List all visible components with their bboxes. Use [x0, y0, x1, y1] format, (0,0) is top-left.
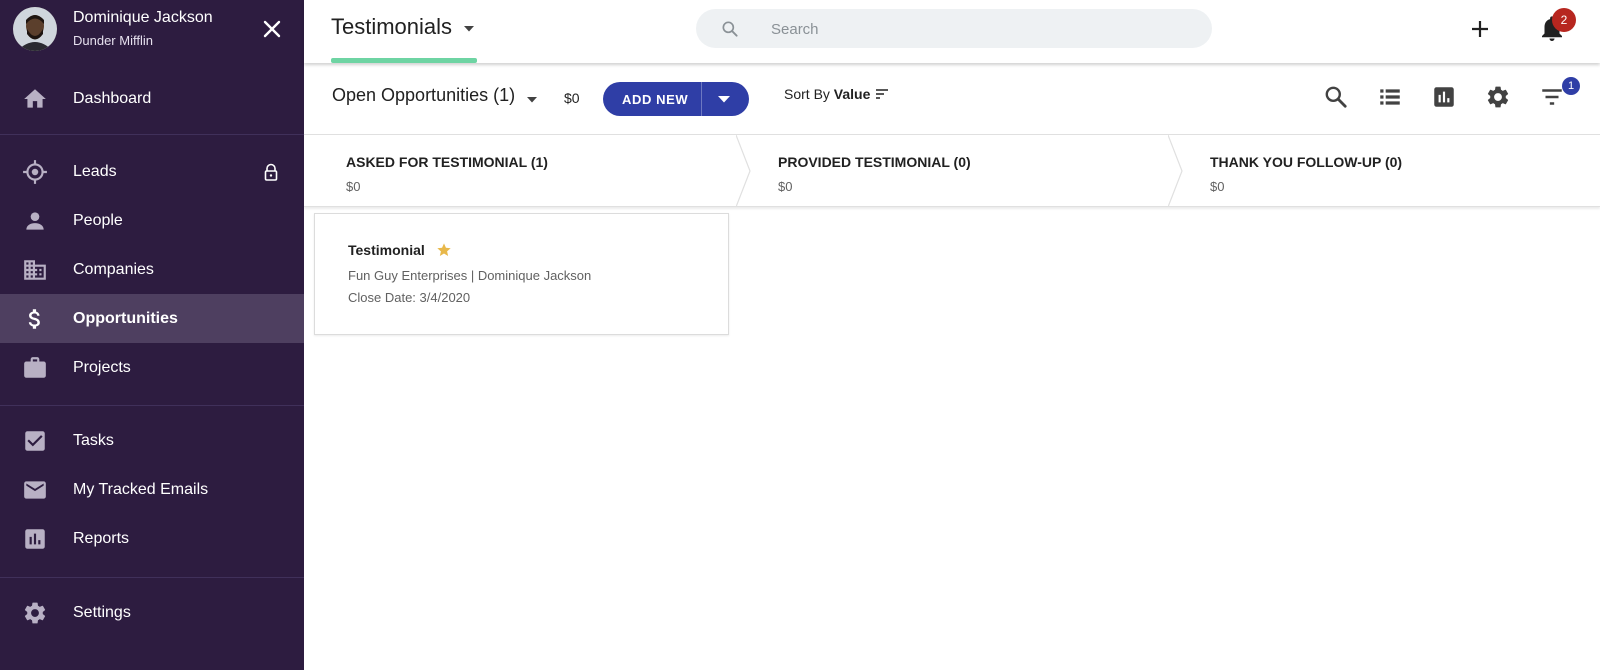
sidebar-divider — [0, 134, 304, 135]
briefcase-icon — [24, 357, 46, 378]
sidebar-item-label: Dashboard — [73, 89, 152, 107]
sidebar: Dominique Jackson Dunder Mifflin Dashboa… — [0, 0, 304, 670]
sort-by-control[interactable]: Sort By Value — [784, 86, 870, 102]
sidebar-divider — [0, 577, 304, 578]
stage-value: $0 — [346, 179, 361, 194]
sidebar-item-label: Settings — [73, 603, 131, 621]
total-value: $0 — [564, 90, 580, 106]
stage-asked-for-testimonial[interactable]: ASKED FOR TESTIMONIAL (1) $0 — [304, 135, 736, 207]
sidebar-divider — [0, 405, 304, 406]
sidebar-item-dashboard[interactable]: Dashboard — [0, 74, 304, 123]
home-icon — [24, 89, 46, 108]
search-icon[interactable] — [1323, 84, 1349, 110]
sidebar-item-label: Reports — [73, 529, 130, 547]
close-icon — [263, 20, 281, 38]
sidebar-item-label: Leads — [73, 162, 117, 180]
sort-prefix: Sort By — [784, 86, 830, 102]
add-new-button[interactable]: ADD NEW — [603, 82, 749, 116]
plus-icon — [1472, 21, 1488, 37]
sort-icon[interactable] — [876, 89, 888, 99]
sidebar-item-settings[interactable]: Settings — [0, 588, 304, 637]
sidebar-item-opportunities[interactable]: Opportunities — [0, 294, 304, 343]
add-new-label: ADD NEW — [622, 92, 689, 107]
lock-icon — [264, 163, 278, 181]
gear-icon[interactable] — [1485, 84, 1511, 110]
search-icon — [722, 21, 738, 37]
bar-chart-icon[interactable] — [1431, 84, 1457, 110]
stage-value: $0 — [778, 179, 793, 194]
pipeline-stages: ASKED FOR TESTIMONIAL (1) $0 PROVIDED TE… — [304, 134, 1600, 207]
caret-down-icon[interactable] — [527, 97, 537, 103]
building-icon — [24, 260, 46, 280]
page-title[interactable]: Testimonials — [331, 14, 452, 40]
avatar[interactable] — [13, 7, 57, 51]
bar-chart-icon — [25, 529, 45, 549]
sidebar-item-label: People — [73, 211, 123, 229]
search-bar[interactable] — [696, 9, 1212, 48]
pipeline-toolbar: Open Opportunities (1) $0 ADD NEW Sort B… — [304, 63, 1600, 134]
sidebar-item-label: Tasks — [73, 431, 114, 449]
filter-icon[interactable] — [1539, 84, 1565, 110]
stage-thank-you-follow-up[interactable]: THANK YOU FOLLOW-UP (0) $0 — [1190, 135, 1600, 207]
top-bar: Testimonials 2 — [304, 0, 1600, 63]
stage-chevron — [736, 135, 751, 207]
notification-badge: 2 — [1552, 8, 1576, 32]
caret-down-icon[interactable] — [464, 26, 474, 32]
stage-title: ASKED FOR TESTIMONIAL (1) — [346, 154, 548, 170]
star-icon[interactable] — [436, 242, 452, 258]
card-subtitle: Fun Guy Enterprises | Dominique Jackson — [348, 268, 592, 283]
card-close-date: Close Date: 3/4/2020 — [348, 290, 471, 305]
sidebar-item-reports[interactable]: Reports — [0, 514, 304, 563]
active-tab-indicator — [331, 58, 477, 63]
sidebar-item-label: Projects — [73, 358, 131, 376]
opportunity-card[interactable]: Testimonial Fun Guy Enterprises | Domini… — [314, 213, 729, 335]
sidebar-item-label: Companies — [73, 260, 154, 278]
sidebar-item-leads[interactable]: Leads — [0, 147, 304, 196]
user-name: Dominique Jackson — [73, 9, 213, 26]
target-icon — [23, 160, 47, 184]
sidebar-item-tasks[interactable]: Tasks — [0, 416, 304, 465]
dollar-icon — [28, 309, 40, 329]
create-button[interactable] — [1468, 17, 1492, 41]
stage-value: $0 — [1210, 179, 1225, 194]
user-profile[interactable]: Dominique Jackson Dunder Mifflin — [0, 0, 304, 58]
sidebar-item-tracked-emails[interactable]: My Tracked Emails — [0, 465, 304, 514]
sidebar-item-companies[interactable]: Companies — [0, 245, 304, 294]
stage-title: THANK YOU FOLLOW-UP (0) — [1210, 154, 1403, 170]
pipeline-filter-select[interactable]: Open Opportunities (1) — [332, 85, 515, 106]
gear-icon — [24, 602, 46, 624]
filter-count-badge: 1 — [1562, 77, 1580, 95]
sidebar-item-label: Opportunities — [73, 309, 178, 327]
mail-icon — [24, 481, 46, 499]
sort-field: Value — [833, 86, 871, 102]
sidebar-item-label: My Tracked Emails — [73, 480, 209, 498]
stage-chevron — [1168, 135, 1183, 207]
stage-provided-testimonial[interactable]: PROVIDED TESTIMONIAL (0) $0 — [758, 135, 1168, 207]
close-sidebar-button[interactable] — [258, 15, 286, 43]
person-icon — [26, 212, 44, 230]
user-organization: Dunder Mifflin — [73, 33, 153, 48]
caret-down-icon[interactable] — [718, 96, 730, 103]
list-view-icon[interactable] — [1377, 84, 1403, 110]
stage-title: PROVIDED TESTIMONIAL (0) — [778, 154, 971, 170]
sidebar-item-people[interactable]: People — [0, 196, 304, 245]
button-separator — [701, 82, 702, 116]
checkbox-icon — [25, 431, 45, 451]
search-input[interactable] — [771, 17, 1191, 41]
sidebar-item-projects[interactable]: Projects — [0, 343, 304, 392]
card-title: Testimonial — [348, 242, 425, 258]
